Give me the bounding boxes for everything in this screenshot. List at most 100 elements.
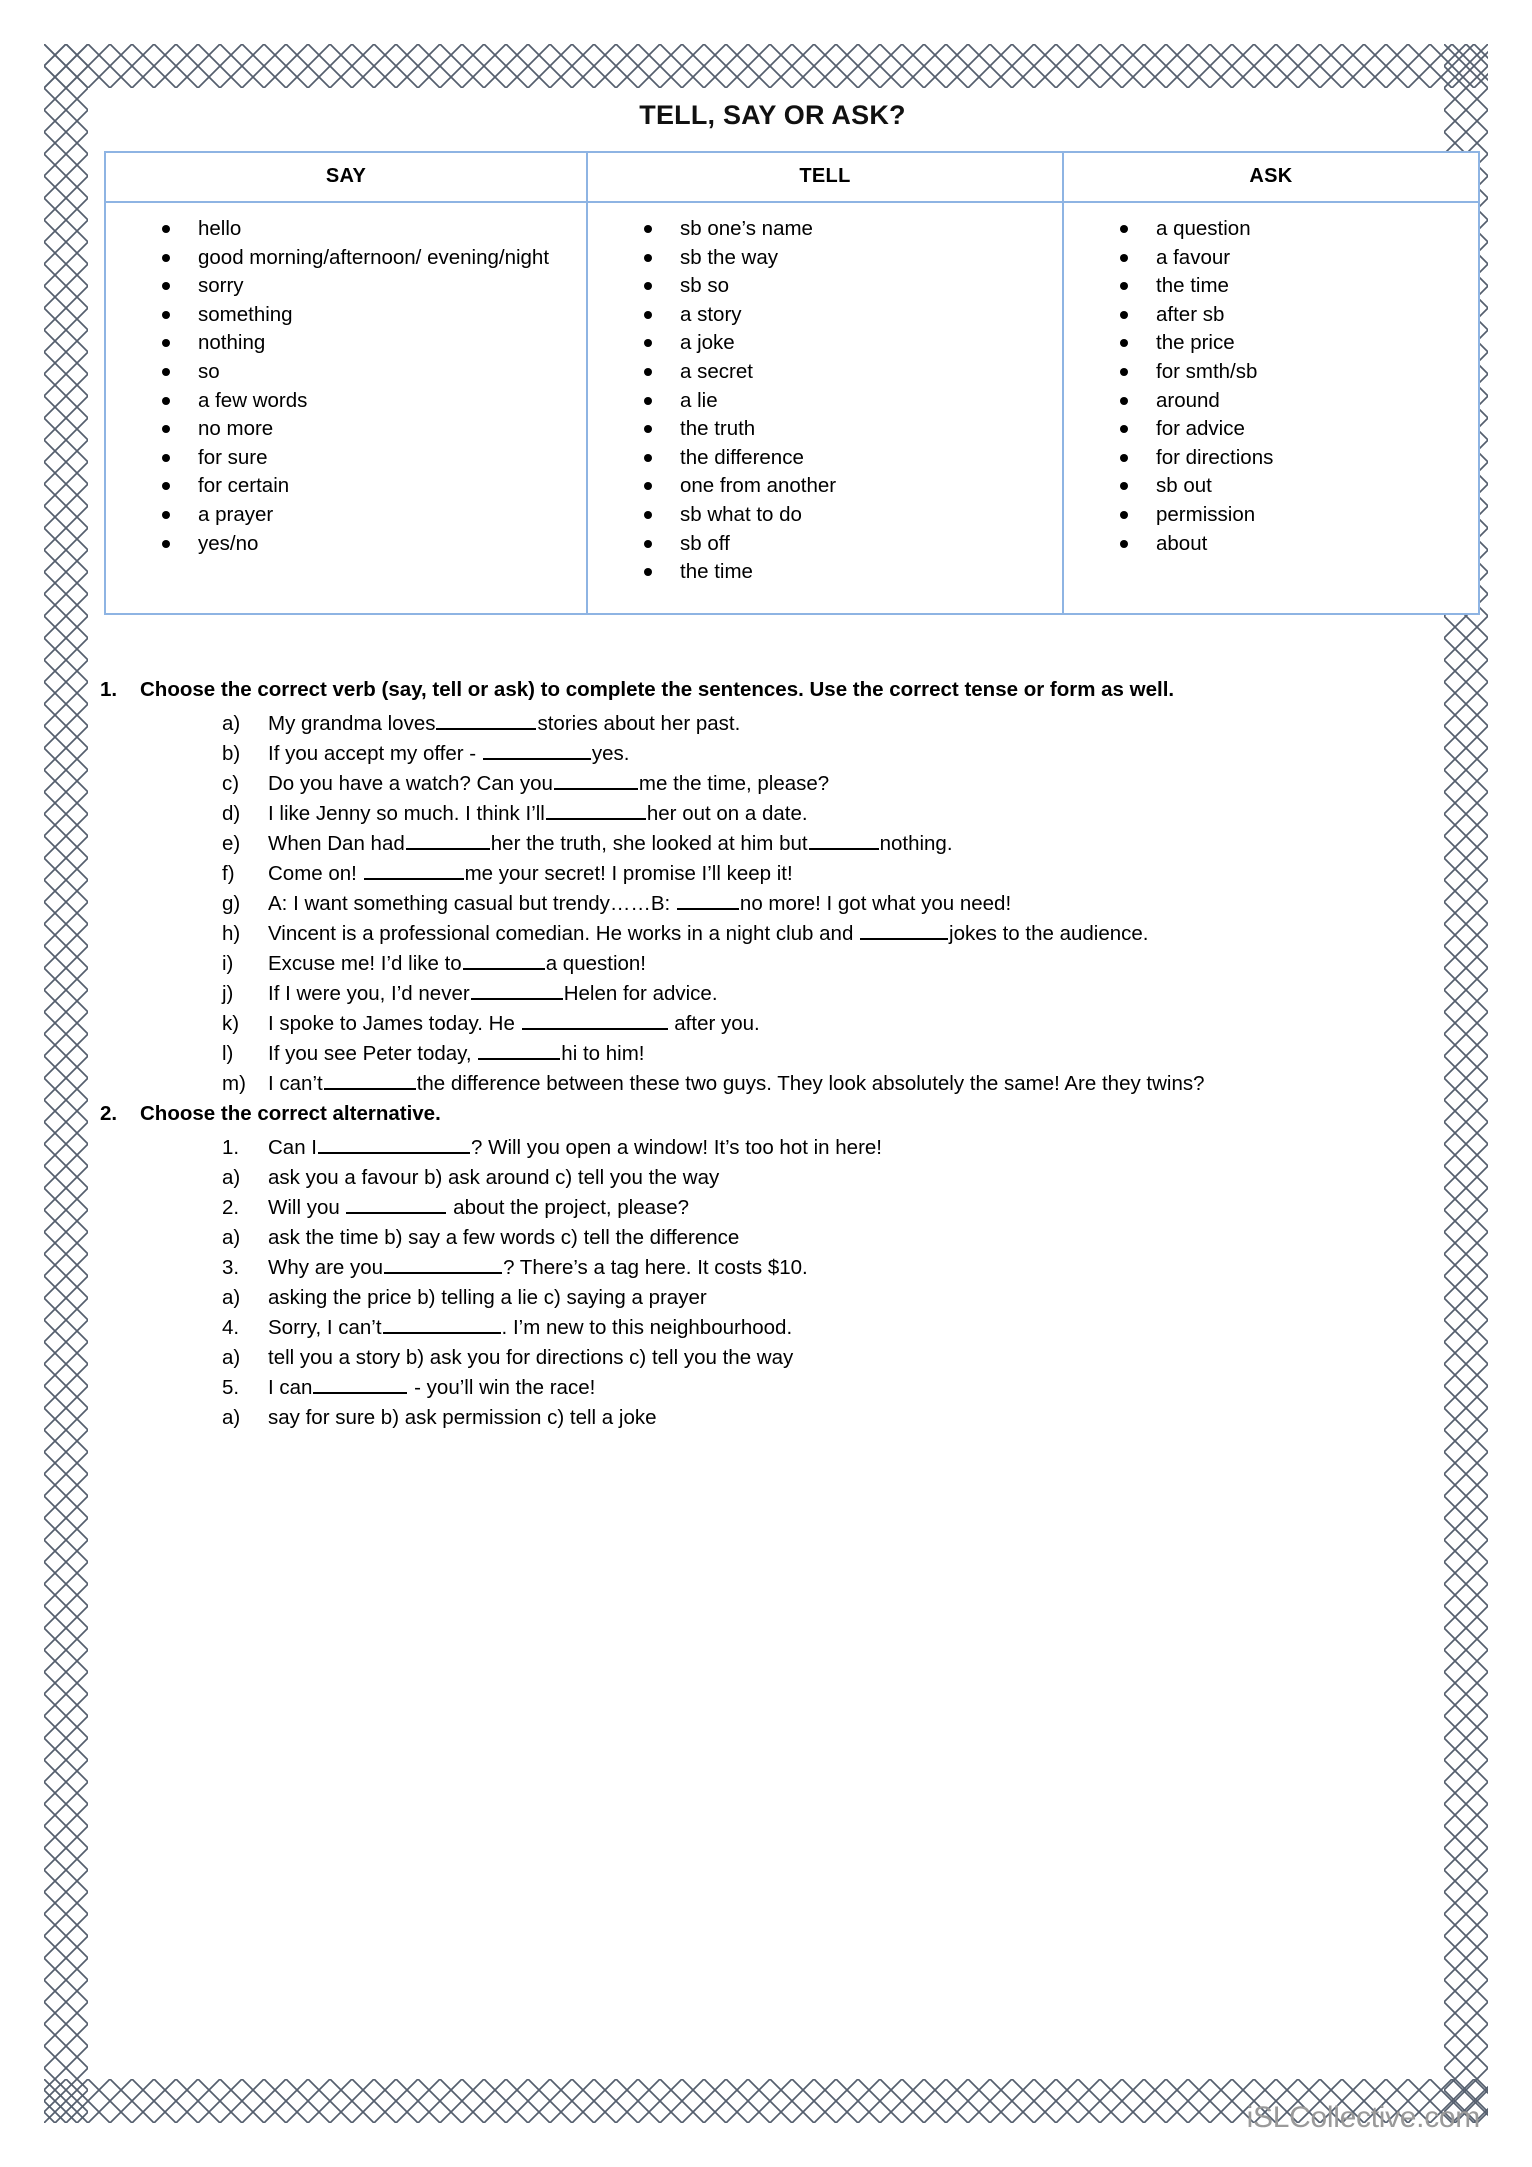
list-item-label: sb so [680,274,729,298]
answer-blank[interactable] [405,829,490,850]
list-item: for certain [114,472,578,501]
item-marker: c) [222,771,240,795]
vocabulary-table: SAY TELL ASK hello good morning/afternoon… [104,151,1480,615]
list-item: after sb [1072,301,1470,330]
options-marker: a) [222,1405,241,1429]
bullet-icon [644,482,652,491]
exercise-item: g) A: I want something casual but trendy…… [100,889,1445,919]
answer-blank[interactable] [553,769,638,790]
page-title: TELL, SAY OR ASK? [639,100,906,130]
answer-options[interactable]: a) tell you a story b) ask you for direct… [100,1343,1445,1373]
question-marker: 5. [222,1375,240,1399]
answer-blank[interactable] [482,739,591,760]
exercise-item: j) If I were you, I’d never Helen for advi… [100,979,1445,1009]
list-item-label: for smth/sb [1156,359,1258,383]
list-item-label: a few words [198,388,308,412]
answer-options[interactable]: a) ask you a favour b) ask around c) tell… [100,1163,1445,1193]
answer-blank[interactable] [470,979,563,1000]
list-item: the price [1072,329,1470,358]
list-item-label: a lie [680,388,718,412]
list-item-label: hello [198,217,242,240]
answer-blank[interactable] [808,829,879,850]
bullet-icon [162,539,170,548]
exercise-question: 2. Will you about the project, please? [100,1193,1445,1223]
item-marker: f) [222,861,235,885]
list-item-label: the price [1156,331,1235,355]
list-item: good morning/afternoon/ evening/night [114,244,578,273]
answer-blank[interactable] [384,1253,503,1274]
item-text: My grandma loves stories about her past. [268,709,1445,739]
list-item: a joke [596,329,1054,358]
exercise-item: e) When Dan had her the truth, she looked … [100,829,1445,859]
column-header-say: SAY [104,151,588,203]
item-text: I spoke to James today. He after you. [268,1009,1445,1039]
options-text[interactable]: tell you a story b) ask you for directio… [268,1343,1445,1373]
options-marker: a) [222,1165,241,1189]
answer-blank[interactable] [318,1133,470,1154]
list-item: nothing [114,329,578,358]
options-text[interactable]: say for sure b) ask permission c) tell a… [268,1403,1445,1433]
exercise-1-instruction: Choose the correct verb (say, tell or as… [140,677,1175,701]
answer-blank[interactable] [860,919,949,940]
answer-blank[interactable] [521,1009,668,1030]
options-marker: a) [222,1345,241,1369]
item-marker: h) [222,921,241,945]
list-item: the time [1072,272,1470,301]
answer-blank[interactable] [462,949,545,970]
answer-blank[interactable] [676,889,739,910]
answer-options[interactable]: a) say for sure b) ask permission c) tell… [100,1403,1445,1433]
list-item: sb what to do [596,501,1054,530]
list-item: a favour [1072,244,1470,273]
worksheet-content: TELL, SAY OR ASK? SAY TELL ASK hello good… [100,78,1480,1433]
bullet-icon [162,253,170,262]
answer-options[interactable]: a) ask the time b) say a few words c) tel… [100,1223,1445,1253]
bullet-icon [644,367,652,376]
list-item: hello [114,215,578,244]
list-item: something [114,301,578,330]
vocab-list-say: hello good morning/afternoon/ evening/nig… [114,215,578,558]
watermark: iSLCollective.com [1246,2101,1481,2134]
answer-blank[interactable] [478,1039,561,1060]
list-item-label: sb what to do [680,502,802,526]
list-item: one from another [596,472,1054,501]
list-item: sorry [114,272,578,301]
vocab-list-ask: a question a favour the time after sb the pr… [1072,215,1470,558]
answer-blank[interactable] [346,1193,447,1214]
list-item-label: no more [198,417,274,441]
bullet-icon [644,253,652,262]
answer-blank[interactable] [313,1373,408,1394]
list-item: the truth [596,415,1054,444]
answer-blank[interactable] [545,799,646,820]
answer-blank[interactable] [363,859,464,880]
options-text[interactable]: ask you a favour b) ask around c) tell y… [268,1163,1445,1193]
bullet-icon [1120,539,1128,548]
bullet-icon [162,367,170,376]
options-text[interactable]: ask the time b) say a few words c) tell … [268,1223,1445,1253]
bullet-icon [1120,253,1128,262]
exercise-item: k) I spoke to James today. He after you. [100,1009,1445,1039]
bullet-icon [644,339,652,348]
bullet-icon [1120,367,1128,376]
border-left [44,44,88,2123]
list-item-label: a question [1156,217,1251,240]
exercise-1-heading: 1. Choose the correct verb (say, tell or… [100,675,1445,705]
list-item: a lie [596,387,1054,416]
list-item-label: nothing [198,331,266,355]
answer-blank[interactable] [382,1313,501,1334]
answer-blank[interactable] [323,1069,416,1090]
list-item-label: a story [680,302,742,326]
answer-blank[interactable] [436,709,537,730]
list-item-label: after sb [1156,302,1225,326]
column-header-tell: TELL [586,151,1064,203]
question-text: I can - you’ll win the race! [268,1373,1445,1403]
item-text: A: I want something casual but trendy……B… [268,889,1445,919]
bullet-icon [1120,425,1128,434]
list-item: no more [114,415,578,444]
bullet-icon [644,310,652,319]
list-item: sb one’s name [596,215,1054,244]
exercises: 1. Choose the correct verb (say, tell or… [100,675,1445,1433]
list-item: a secret [596,358,1054,387]
answer-options[interactable]: a) asking the price b) telling a lie c) s… [100,1283,1445,1313]
options-text[interactable]: asking the price b) telling a lie c) say… [268,1283,1445,1313]
list-item-label: permission [1156,502,1256,526]
